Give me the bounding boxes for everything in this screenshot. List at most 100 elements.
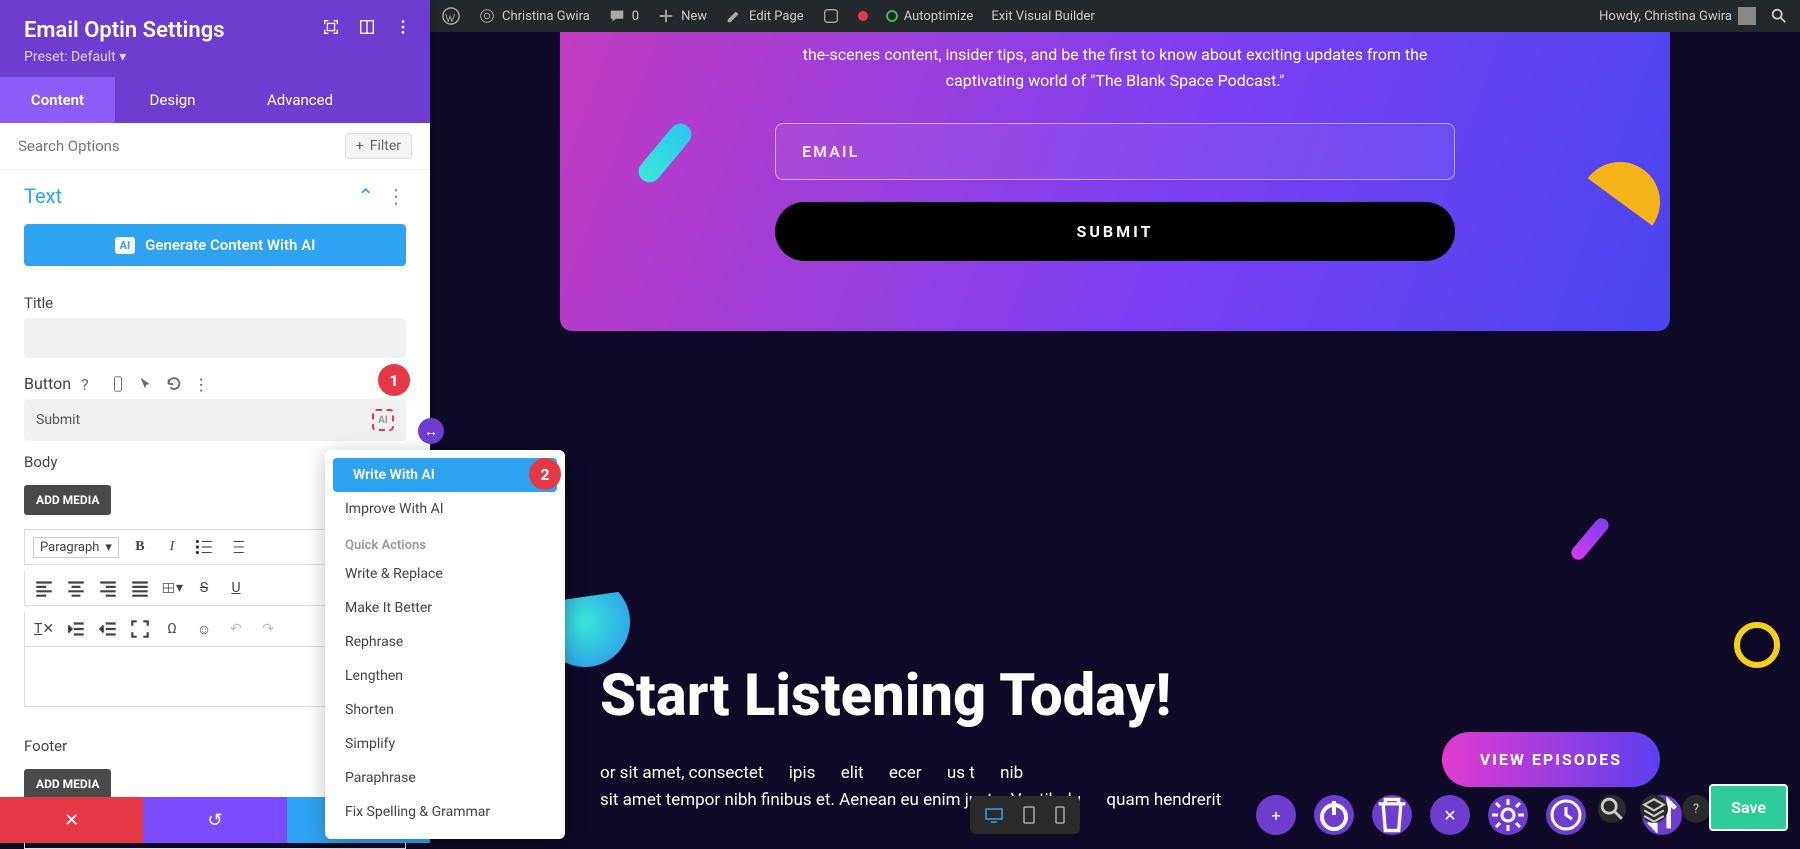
undo-icon[interactable]: ↶ — [225, 618, 247, 640]
builder-toolbar: + ✕ — [970, 795, 1682, 835]
device-icon[interactable] — [109, 375, 127, 393]
submit-button[interactable]: SUBMIT — [775, 202, 1455, 261]
filter-button[interactable]: +Filter — [345, 133, 412, 159]
howdy[interactable]: Howdy, Christina Gwira — [1599, 7, 1756, 25]
power-icon[interactable] — [1314, 795, 1354, 835]
site-name[interactable]: Christina Gwira — [478, 7, 590, 25]
ai-quick-item[interactable]: Write & Replace — [325, 557, 565, 591]
quick-actions-label: Quick Actions — [325, 526, 565, 557]
panel-header: Email Optin Settings Preset: Default ▾ — [0, 0, 430, 77]
table-icon[interactable]: ▾ — [161, 577, 183, 599]
align-left-icon[interactable] — [33, 577, 55, 599]
button-label: Button — [24, 374, 71, 393]
help-icon[interactable]: ? — [1682, 795, 1710, 823]
omega-icon[interactable]: Ω — [161, 618, 183, 640]
tab-advanced[interactable]: Advanced — [230, 77, 370, 123]
emoji-icon[interactable]: ☺ — [193, 618, 215, 640]
write-with-ai[interactable]: Write With AI 2 — [333, 458, 557, 492]
columns-icon[interactable] — [358, 18, 376, 36]
mobile-view-icon[interactable] — [1054, 804, 1066, 826]
italic-icon[interactable]: I — [161, 536, 183, 558]
history-icon[interactable] — [1546, 795, 1586, 835]
pencil-icon — [725, 7, 743, 25]
search-input[interactable] — [18, 137, 345, 155]
ol-icon[interactable] — [225, 536, 247, 558]
fullscreen-icon[interactable] — [129, 618, 151, 640]
text-section-title[interactable]: Text — [24, 184, 62, 208]
search-icon[interactable] — [1598, 795, 1626, 823]
hero-text: the-scenes content, insider tips, and be… — [765, 42, 1465, 93]
improve-with-ai[interactable]: Improve With AI — [325, 492, 565, 526]
indent-icon[interactable] — [65, 618, 87, 640]
cancel-button[interactable]: ✕ — [0, 797, 143, 843]
exit-builder[interactable]: Exit Visual Builder — [991, 9, 1094, 24]
hover-icon[interactable] — [137, 375, 155, 393]
record-icon[interactable] — [858, 11, 868, 21]
kebab-icon[interactable]: ⋮ — [193, 375, 211, 393]
view-episodes-button[interactable]: VIEW EPISODES — [1442, 732, 1660, 787]
ai-quick-item[interactable]: Rephrase — [325, 625, 565, 659]
add-media-button-footer[interactable]: ADD MEDIA — [24, 769, 111, 799]
redo-icon[interactable]: ↷ — [257, 618, 279, 640]
ul-icon[interactable] — [193, 536, 215, 558]
align-center-icon[interactable] — [65, 577, 87, 599]
tab-content[interactable]: Content — [0, 77, 115, 123]
avatar — [1738, 7, 1756, 25]
edit-page-link[interactable]: Edit Page — [725, 7, 804, 25]
help-icon[interactable]: ? — [81, 375, 99, 393]
kebab-icon[interactable] — [394, 18, 412, 36]
button-text-input[interactable]: Submit AI — [24, 399, 406, 441]
plus-icon: + — [356, 138, 364, 154]
ai-quick-item[interactable]: Make It Better — [325, 591, 565, 625]
clear-format-icon[interactable]: T✕ — [33, 618, 55, 640]
listen-section[interactable]: Start Listening Today! or sit amet, cons… — [600, 662, 1221, 814]
comment-icon — [608, 7, 626, 25]
trash-icon[interactable] — [1372, 795, 1412, 835]
comments-link[interactable]: 0 — [608, 7, 639, 25]
hero-section[interactable]: the-scenes content, insider tips, and be… — [560, 32, 1670, 331]
green-ring-icon — [886, 10, 898, 22]
layers-icon[interactable] — [1640, 795, 1668, 823]
ai-quick-item[interactable]: Simplify — [325, 727, 565, 761]
outdent-icon[interactable] — [97, 618, 119, 640]
collapse-icon[interactable]: ⌃ — [357, 184, 374, 208]
title-label: Title — [0, 282, 430, 318]
paragraph-select[interactable]: Paragraph ▾ — [33, 537, 119, 558]
gear-icon[interactable] — [1488, 795, 1528, 835]
generate-ai-button[interactable]: AI Generate Content With AI — [24, 224, 406, 266]
kebab-icon[interactable]: ⋮ — [386, 184, 406, 208]
bold-icon[interactable]: B — [129, 536, 151, 558]
preset-selector[interactable]: Preset: Default ▾ — [24, 49, 406, 65]
underline-icon[interactable]: U — [225, 577, 247, 599]
align-right-icon[interactable] — [97, 577, 119, 599]
strikethrough-icon[interactable]: S — [193, 577, 215, 599]
decoration-pill — [1569, 515, 1612, 562]
close-icon[interactable]: ✕ — [1430, 795, 1470, 835]
expand-icon[interactable] — [322, 18, 340, 36]
autoptimize-link[interactable]: Autoptimize — [886, 9, 974, 24]
ai-quick-item[interactable]: Paraphrase — [325, 761, 565, 795]
ai-quick-item[interactable]: Lengthen — [325, 659, 565, 693]
plus-icon — [657, 7, 675, 25]
email-input[interactable]: EMAIL — [775, 123, 1455, 180]
align-justify-icon[interactable] — [129, 577, 151, 599]
ai-quick-item[interactable]: Fix Spelling & Grammar — [325, 795, 565, 829]
new-link[interactable]: New — [657, 7, 707, 25]
divi-icon[interactable] — [822, 7, 840, 25]
tab-design[interactable]: Design — [115, 77, 230, 123]
callout-2: 2 — [529, 458, 561, 490]
ai-context-menu: Write With AI 2 Improve With AI Quick Ac… — [325, 450, 565, 839]
undo-button[interactable]: ↺ — [143, 797, 286, 843]
save-button[interactable]: Save — [1709, 784, 1788, 831]
wp-logo-icon[interactable] — [442, 7, 460, 25]
add-media-button[interactable]: ADD MEDIA — [24, 485, 111, 515]
reset-icon[interactable] — [165, 375, 183, 393]
search-icon[interactable] — [1770, 7, 1788, 25]
ai-icon[interactable]: AI — [372, 409, 394, 431]
tablet-view-icon[interactable] — [1022, 804, 1036, 826]
title-input[interactable] — [24, 318, 406, 358]
panel-resize-grip[interactable]: ↔ — [418, 418, 444, 444]
ai-quick-item[interactable]: Shorten — [325, 693, 565, 727]
add-icon[interactable]: + — [1256, 795, 1296, 835]
desktop-view-icon[interactable] — [984, 804, 1004, 826]
